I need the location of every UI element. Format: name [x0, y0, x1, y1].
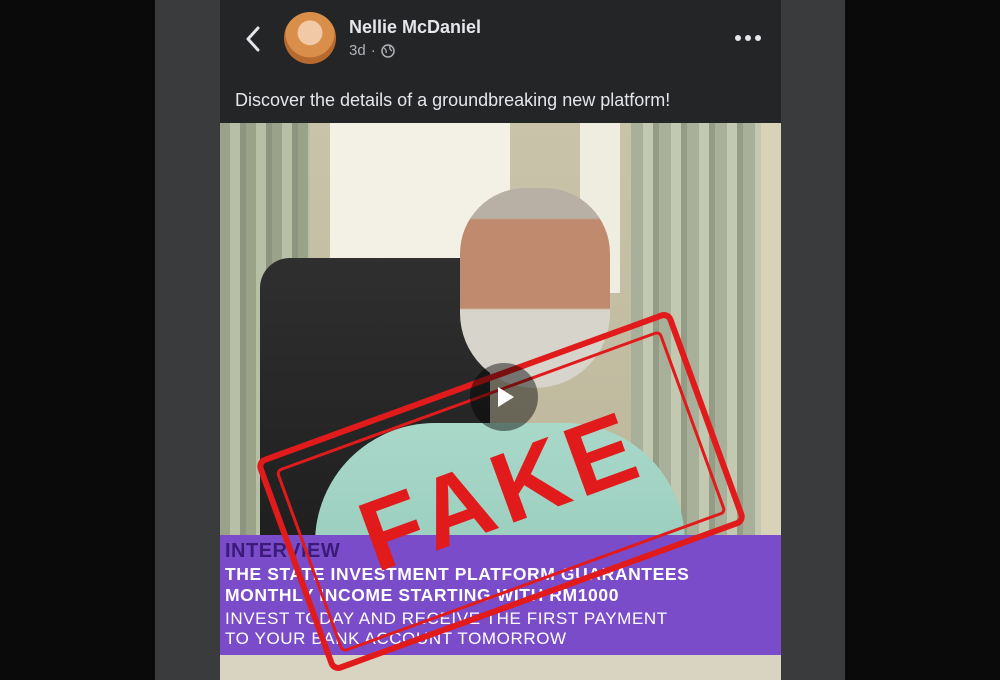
play-icon [498, 387, 514, 407]
more-dot-icon [755, 35, 761, 41]
right-gutter [781, 0, 845, 680]
post-time[interactable]: 3d [349, 42, 366, 59]
chevron-left-icon [246, 26, 260, 52]
video-player[interactable]: INTERVIEW THE STATE INVESTMENT PLATFORM … [220, 123, 781, 680]
post-meta: 3d · [349, 42, 395, 59]
post-caption: Discover the details of a groundbreaking… [235, 90, 671, 110]
more-options-button[interactable] [735, 30, 761, 46]
globe-icon [380, 43, 395, 58]
post-card: Nellie McDaniel 3d · Discover the detail… [220, 0, 781, 680]
left-gutter [155, 0, 220, 680]
play-button[interactable] [470, 363, 538, 431]
author-name[interactable]: Nellie McDaniel [349, 17, 481, 38]
avatar[interactable] [284, 12, 336, 64]
more-dot-icon [735, 35, 741, 41]
separator-dot: · [370, 42, 376, 59]
back-button[interactable] [240, 22, 268, 56]
more-dot-icon [745, 35, 751, 41]
desk [220, 655, 781, 680]
